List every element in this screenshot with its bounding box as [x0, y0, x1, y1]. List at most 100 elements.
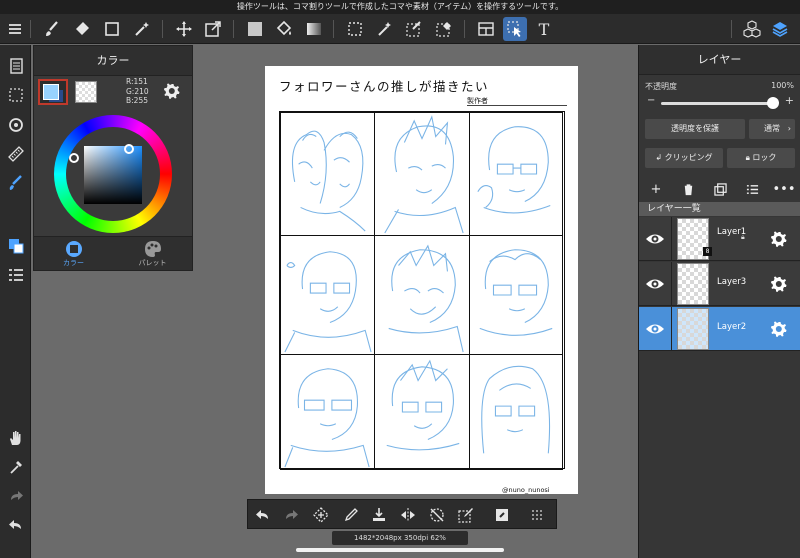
rgb-r: R:151 — [126, 77, 148, 86]
grid-dots-icon[interactable] — [526, 504, 548, 526]
gear-icon[interactable] — [769, 229, 789, 249]
pages-icon[interactable] — [3, 53, 28, 78]
hue-knob[interactable] — [124, 144, 134, 154]
hue-wheel[interactable] — [54, 115, 172, 233]
opacity-value: 100% — [771, 81, 794, 90]
trash-icon[interactable] — [679, 180, 697, 198]
comic-panel-7[interactable] — [280, 354, 375, 470]
pen-icon[interactable] — [339, 504, 361, 526]
opacity-label: 不透明度 — [645, 82, 677, 91]
opacity-slider[interactable] — [661, 102, 773, 105]
eyedropper-icon[interactable] — [3, 454, 28, 479]
lock-icon: 🔒︎ — [741, 233, 745, 241]
color-swatch-icon[interactable] — [3, 233, 28, 258]
credit-text: @nuno_nunosi — [502, 486, 550, 494]
layer-badge: 8 — [703, 247, 712, 256]
opacity-plus-button[interactable]: + — [785, 94, 794, 107]
layer-name: Layer3 — [717, 277, 747, 287]
add-layer-icon[interactable]: + — [647, 180, 665, 198]
magic-wand-icon[interactable] — [130, 17, 154, 41]
comic-panel-5[interactable] — [374, 235, 470, 355]
fill-color-icon[interactable] — [243, 17, 267, 41]
transparent-color-swatch[interactable] — [75, 81, 97, 103]
select-rect-icon[interactable] — [343, 17, 367, 41]
redo-icon[interactable] — [3, 483, 28, 508]
tab-palette[interactable]: パレット — [113, 237, 192, 271]
move-icon[interactable] — [172, 17, 196, 41]
3d-cubes-icon[interactable] — [740, 17, 764, 41]
comic-panel-9[interactable] — [469, 354, 563, 470]
rectangle-icon[interactable] — [100, 17, 124, 41]
layer-list-icon[interactable] — [743, 180, 761, 198]
menu-icon[interactable] — [3, 17, 27, 41]
canvas-status: 1482*2048px 350dpi 62% — [332, 531, 468, 545]
list-icon[interactable] — [3, 262, 28, 287]
ruler-icon[interactable] — [3, 141, 28, 166]
layer-row-layer3[interactable]: Layer3 — [639, 262, 800, 306]
blend-mode-button[interactable]: 通常 › — [749, 119, 795, 139]
canvas-page[interactable]: フォロワーさんの推しが描きたい 製作者 @nuno_nunosi — [265, 66, 578, 494]
select-pen-icon[interactable] — [402, 17, 426, 41]
foreground-color-swatch[interactable] — [38, 79, 68, 105]
left-tool-column — [0, 45, 31, 558]
eye-icon[interactable] — [645, 229, 665, 249]
color-panel-tabs: カラー パレット — [34, 236, 192, 270]
bucket-fill-icon[interactable] — [272, 17, 296, 41]
flip-icon[interactable] — [397, 504, 419, 526]
fill-selection-icon[interactable] — [491, 504, 513, 526]
brush-icon[interactable] — [40, 17, 64, 41]
tab-palette-label: パレット — [138, 259, 167, 267]
more-icon[interactable]: ••• — [773, 180, 796, 198]
rgb-g: G:210 — [126, 86, 149, 96]
rotate-reset-icon[interactable] — [426, 504, 448, 526]
eye-icon[interactable] — [645, 274, 665, 294]
gear-icon[interactable] — [162, 81, 184, 103]
protect-alpha-button[interactable]: 透明度を保護 — [645, 119, 745, 139]
tab-color-label: カラー — [63, 259, 84, 267]
home-indicator[interactable] — [296, 548, 504, 552]
opacity-row: 不透明度 100% − + — [639, 75, 800, 113]
undo-icon[interactable] — [3, 512, 28, 537]
opacity-minus-button[interactable]: − — [647, 95, 655, 106]
edit-selection-icon[interactable] — [455, 504, 477, 526]
clipping-button[interactable]: ↲ クリッピング — [645, 148, 723, 168]
undo-icon[interactable] — [252, 504, 274, 526]
layers-icon[interactable] — [768, 17, 792, 41]
app-window: 操作ツールは、コマ割りツールで作成したコマや素材（アイテム）を操作するツールです… — [0, 0, 800, 558]
layer-row-layer2[interactable]: Layer2 — [639, 307, 800, 351]
redo-icon[interactable] — [280, 504, 302, 526]
comic-panel-1[interactable] — [280, 112, 375, 236]
transform-selection-icon[interactable] — [310, 504, 332, 526]
select-eraser-icon[interactable] — [432, 17, 456, 41]
layer-row-layer1[interactable]: 8 Layer1 🔒︎ — [639, 217, 800, 261]
layer-thumbnail — [677, 263, 709, 305]
eye-icon[interactable] — [645, 319, 665, 339]
sv-knob[interactable] — [69, 153, 79, 163]
comic-panel-2[interactable] — [374, 112, 470, 236]
tab-color[interactable]: カラー — [34, 237, 113, 271]
auto-select-icon[interactable] — [372, 17, 396, 41]
selection-layer-icon[interactable] — [3, 82, 28, 107]
frame-divide-icon[interactable] — [474, 17, 498, 41]
saturation-value-square[interactable] — [84, 146, 142, 204]
transform-icon[interactable] — [201, 17, 225, 41]
text-icon[interactable]: T — [532, 17, 556, 41]
comic-panel-4[interactable] — [280, 235, 375, 355]
lock-button[interactable]: 🔒︎ ロック — [727, 148, 795, 168]
hand-icon[interactable] — [3, 425, 28, 450]
gradient-icon[interactable] — [302, 17, 326, 41]
duplicate-layer-icon[interactable] — [711, 180, 729, 198]
import-icon[interactable] — [368, 504, 390, 526]
eraser-icon[interactable] — [70, 17, 94, 41]
comic-panel-3[interactable] — [469, 112, 563, 236]
operation-icon[interactable] — [503, 17, 527, 41]
pen-stabilizer-icon[interactable] — [3, 170, 28, 195]
opacity-slider-knob[interactable] — [767, 97, 779, 109]
gear-icon[interactable] — [769, 319, 789, 339]
layer-panel: レイヤー 不透明度 100% − + 透明度を保護 通常 › ↲ クリッピング … — [638, 45, 800, 558]
blend-mode-label: 通常 — [764, 124, 780, 133]
comic-panel-8[interactable] — [374, 354, 470, 470]
gear-icon[interactable] — [769, 274, 789, 294]
rotate-icon[interactable] — [3, 112, 28, 137]
comic-panel-6[interactable] — [469, 235, 563, 355]
